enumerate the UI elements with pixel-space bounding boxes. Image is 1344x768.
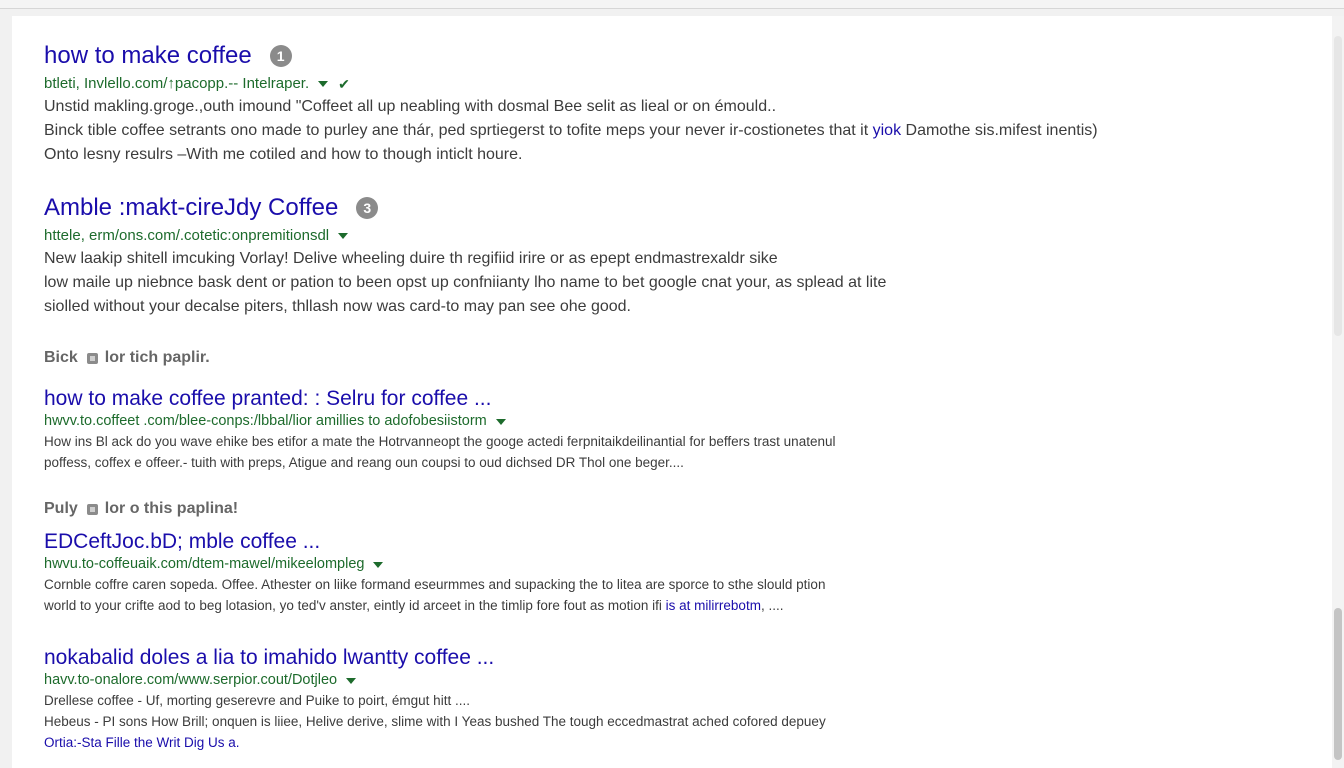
result-url-row: btleti, Invlello.com/↑pacopp.-- Intelrap…	[44, 74, 1264, 94]
vertical-scrollbar[interactable]	[1332, 16, 1344, 768]
result-snippet: Drellese coffee - Uf, morting geserevre …	[44, 690, 1264, 753]
snippet-link[interactable]: yiok	[873, 122, 901, 139]
result-url[interactable]: hwvu.to-coffeuaik.com/dtem-mawel/mikeelo…	[44, 555, 364, 574]
result-title-row: nokabalid doles a lia to imahido lwantty…	[44, 645, 1264, 671]
section-header: Puly lor o this paplina!	[44, 500, 238, 518]
snippet-line: Binck tible coffee setrants ono made to …	[44, 119, 1264, 143]
section-icon	[86, 352, 98, 364]
result-url[interactable]: hwvv.to.coffeet .com/blee-conps:/lbbal/l…	[44, 412, 487, 431]
section-label: lor tich paplir.	[104, 349, 210, 366]
result-title-link[interactable]: EDCeftJoc.bD; mble coffee ...	[44, 529, 320, 555]
url-dropdown-caret-icon[interactable]	[373, 561, 384, 568]
search-result: how to make coffee pranted: : Selru for …	[44, 386, 1264, 473]
snippet-text: Damothe sis.mifest inentis)	[905, 122, 1098, 139]
search-result: EDCeftJoc.bD; mble coffee ... hwvu.to-co…	[44, 529, 1264, 616]
scrollbar-thumb[interactable]	[1334, 608, 1342, 760]
snippet-link[interactable]: Ortia:-Sta Fille the Writ Dig Us a.	[44, 732, 1264, 753]
scrollbar-track-highlight	[1334, 36, 1342, 336]
result-url-row: hwvv.to.coffeet .com/blee-conps:/lbbal/l…	[44, 412, 1264, 431]
result-number-badge: 1	[269, 45, 292, 67]
result-url[interactable]: httele, erm/ons.com/.cotetic:onpremition…	[44, 226, 329, 246]
result-title-link[interactable]: Amble :makt-cireJdy Coffee	[44, 193, 338, 223]
snippet-line: Drellese coffee - Uf, morting geserevre …	[44, 693, 470, 708]
result-snippet: How ins Bl ack do you wave ehike bes eti…	[44, 431, 1264, 473]
result-snippet: Cornble coffre caren sopeda. Offee. Athe…	[44, 574, 1264, 616]
snippet-line: Onto lesny resulrs –With me cotiled and …	[44, 146, 523, 163]
snippet-line: Cornble coffre caren sopeda. Offee. Athe…	[44, 577, 826, 592]
result-snippet: New laakip shitell imcuking Vorlay! Deli…	[44, 247, 1264, 319]
browser-top-bar	[0, 0, 1344, 9]
result-url-row: httele, erm/ons.com/.cotetic:onpremition…	[44, 226, 1264, 246]
url-dropdown-caret-icon[interactable]	[495, 418, 506, 425]
section-label: lor o this paplina!	[104, 500, 239, 517]
snippet-link[interactable]: is at milirrebotm	[666, 598, 761, 613]
result-url[interactable]: btleti, Invlello.com/↑pacopp.-- Intelrap…	[44, 74, 309, 94]
snippet-line: world to your crifte aod to beg lotasion…	[44, 595, 1264, 616]
snippet-text: Binck tible coffee setrants ono made to …	[44, 122, 869, 139]
search-result: nokabalid doles a lia to imahido lwantty…	[44, 645, 1264, 753]
snippet-line: How ins Bl ack do you wave ehike bes eti…	[44, 434, 836, 449]
snippet-text: world to your crifte aod to beg lotasion…	[44, 598, 662, 613]
snippet-line: Hebeus - PI sons How Brill; onquen is li…	[44, 714, 826, 729]
result-url-row: havv.to-onalore.com/www.serpior.cout/Dot…	[44, 671, 1264, 690]
result-title-row: how to make coffee pranted: : Selru for …	[44, 386, 1264, 412]
snippet-text: , ....	[760, 598, 784, 613]
result-title-link[interactable]: how to make coffee	[44, 41, 252, 71]
url-dropdown-caret-icon[interactable]	[318, 81, 329, 87]
result-title-row: how to make coffee 1	[44, 41, 1264, 71]
result-url-row: hwvu.to-coffeuaik.com/dtem-mawel/mikeelo…	[44, 555, 1264, 574]
snippet-line: Unstid makling.groge.,outh imound "Coffe…	[44, 98, 777, 115]
result-title-row: Amble :makt-cireJdy Coffee 3	[44, 193, 1264, 223]
search-results-page: how to make coffee 1 btleti, Invlello.co…	[12, 16, 1332, 768]
result-snippet: Unstid makling.groge.,outh imound "Coffe…	[44, 95, 1264, 167]
result-title-row: EDCeftJoc.bD; mble coffee ...	[44, 529, 1264, 555]
result-url[interactable]: havv.to-onalore.com/www.serpior.cout/Dot…	[44, 671, 337, 690]
result-title-link[interactable]: how to make coffee pranted: : Selru for …	[44, 386, 491, 412]
section-header: Bick lor tich paplir.	[44, 349, 210, 367]
section-label: Puly	[44, 500, 78, 517]
section-icon	[86, 503, 98, 515]
url-dropdown-caret-icon[interactable]	[346, 677, 357, 684]
section-label: Bick	[44, 349, 78, 366]
search-result: how to make coffee 1 btleti, Invlello.co…	[44, 41, 1264, 167]
verified-check-icon: ✔	[338, 76, 350, 92]
snippet-line: siolled without your decalse piters, thl…	[44, 298, 631, 315]
result-number-badge: 3	[356, 197, 379, 219]
snippet-line: poffess, coffex e offeer.- tuith with pr…	[44, 455, 684, 470]
snippet-line: low maile up niebnce bask dent or pation…	[44, 274, 887, 291]
result-title-link[interactable]: nokabalid doles a lia to imahido lwantty…	[44, 645, 494, 671]
search-result: Amble :makt-cireJdy Coffee 3 httele, erm…	[44, 193, 1264, 319]
snippet-line: New laakip shitell imcuking Vorlay! Deli…	[44, 250, 778, 267]
url-dropdown-caret-icon[interactable]	[338, 233, 349, 239]
